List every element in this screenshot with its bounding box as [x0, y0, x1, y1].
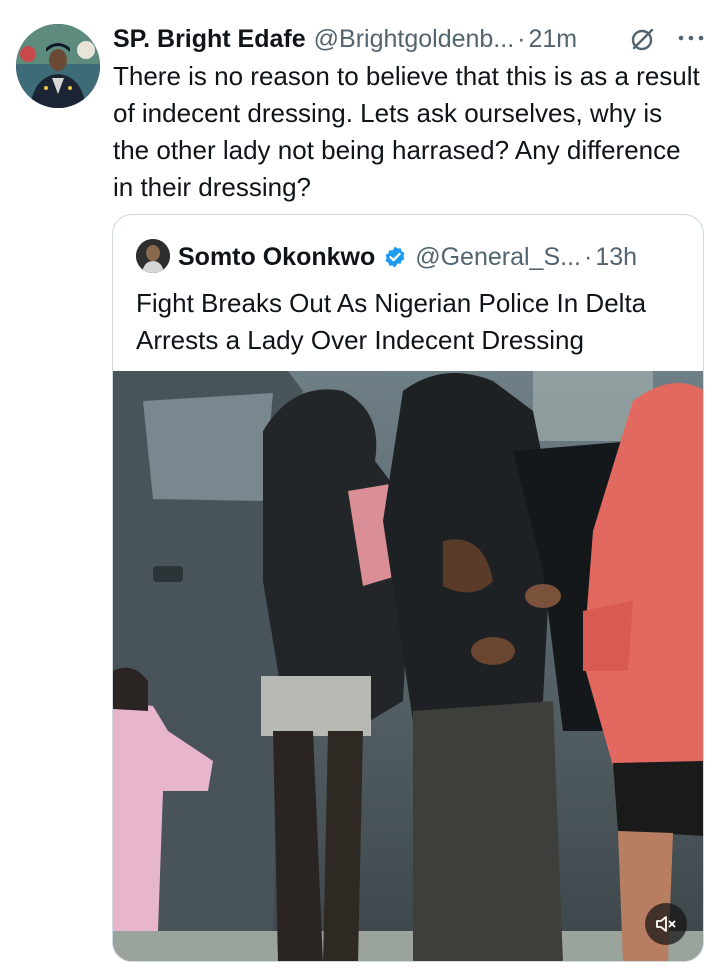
grok-icon[interactable]: [630, 26, 656, 52]
timestamp[interactable]: 21m: [528, 25, 577, 54]
avatar-photo: [16, 24, 100, 108]
quoted-tweet[interactable]: Somto Okonkwo @General_S... · 13h Fight …: [112, 214, 704, 962]
quoted-tweet-header: Somto Okonkwo @General_S... · 13h: [178, 241, 637, 273]
quoted-timestamp[interactable]: 13h: [595, 243, 637, 272]
author-handle[interactable]: @Brightgoldenb...: [314, 25, 515, 54]
tweet[interactable]: SP. Bright Edafe @Brightgoldenb... · 21m…: [0, 0, 720, 972]
quoted-separator: ·: [583, 242, 593, 271]
verified-badge-icon: [385, 246, 405, 268]
tweet-header: SP. Bright Edafe @Brightgoldenb... · 21m: [113, 22, 577, 56]
quoted-author-handle[interactable]: @General_S...: [415, 243, 581, 272]
video-frame: [113, 371, 703, 961]
quoted-tweet-text: Fight Breaks Out As Nigerian Police In D…: [136, 288, 647, 355]
video-player[interactable]: [113, 371, 703, 961]
mute-button[interactable]: [645, 903, 687, 945]
more-icon[interactable]: [676, 28, 706, 48]
quoted-author-avatar[interactable]: [136, 239, 170, 273]
author-name[interactable]: SP. Bright Edafe: [113, 25, 306, 54]
separator: ·: [517, 24, 526, 53]
tweet-text: There is no reason to believe that this …: [113, 61, 700, 202]
mute-icon: [656, 916, 676, 932]
quoted-author-name[interactable]: Somto Okonkwo: [178, 243, 375, 272]
quoted-avatar-photo: [136, 239, 170, 273]
author-avatar[interactable]: [16, 24, 100, 108]
